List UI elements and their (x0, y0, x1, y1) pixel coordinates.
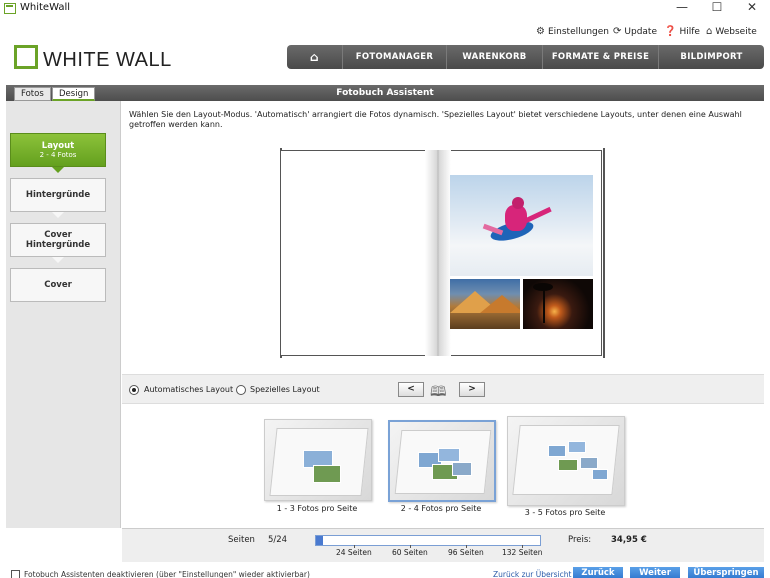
minimize-button[interactable]: — (667, 0, 697, 16)
home-nav-icon[interactable]: ⌂ (287, 45, 343, 69)
book-spread (280, 148, 605, 358)
logo-text: WHITE WALL (43, 49, 172, 71)
logo-mark (14, 45, 38, 69)
next-button[interactable]: Weiter (630, 567, 680, 578)
thumbnail-label: 3 - 5 Fotos pro Seite (524, 508, 606, 517)
deactivate-assistant-label: Fotobuch Assistenten deaktivieren (über … (24, 570, 310, 578)
step-arrow (52, 257, 64, 263)
pages-progress-bar (315, 535, 541, 546)
radio-auto-layout-label[interactable]: Automatisches Layout (144, 385, 233, 394)
tick-label: 132 Seiten (502, 548, 543, 557)
step-layout[interactable]: Layout 2 - 4 Fotos (10, 133, 106, 167)
prev-page-button[interactable]: < (398, 382, 424, 397)
radio-special-layout-label[interactable]: Spezielles Layout (250, 385, 320, 394)
price-label: Preis: (568, 535, 592, 545)
help-link[interactable]: ❓ Hilfe (664, 26, 700, 37)
instructions-text: Wählen Sie den Layout-Modus. 'Automatisc… (129, 110, 742, 129)
tab-fotos[interactable]: Fotos (14, 87, 51, 101)
tick-label: 96 Seiten (448, 548, 484, 557)
pages-label: Seiten (228, 535, 255, 545)
thumbnail-label: 1 - 3 Fotos pro Seite (276, 504, 358, 513)
price-value: 34,95 € (611, 535, 647, 545)
assistant-title: Fotobuch Assistent (336, 88, 434, 98)
gear-icon: ⚙ (536, 26, 545, 37)
photo-mountains[interactable] (450, 279, 520, 329)
nav-fotomanager[interactable]: FOTOMANAGER (343, 45, 447, 69)
thumbnail-layout-3-5[interactable] (507, 416, 625, 506)
nav-bildimport[interactable]: BILDIMPORT (659, 45, 764, 69)
update-link[interactable]: ⟳ Update (613, 26, 657, 37)
back-button[interactable]: Zurück (573, 567, 623, 578)
radio-special-layout[interactable] (236, 385, 246, 395)
pages-progress-fill (316, 536, 323, 545)
nav-warenkorb[interactable]: WARENKORB (447, 45, 543, 69)
photo-snow-sledding[interactable] (450, 175, 593, 276)
update-icon: ⟳ (613, 26, 622, 37)
step-cover[interactable]: Cover (10, 268, 106, 302)
step-arrow (52, 167, 64, 173)
skip-button[interactable]: Überspringen (688, 567, 764, 578)
help-icon: ❓ (664, 26, 677, 37)
app-icon (4, 3, 16, 14)
tick-label: 24 Seiten (336, 548, 372, 557)
book-gutter (425, 150, 451, 356)
radio-auto-layout[interactable] (129, 385, 139, 395)
tick-label: 60 Seiten (392, 548, 428, 557)
maximize-button[interactable]: ☐ (702, 0, 732, 16)
settings-link[interactable]: ⚙ Einstellungen (536, 26, 609, 37)
pages-value: 5/24 (268, 535, 288, 545)
photo-sunset[interactable] (523, 279, 593, 329)
step-cover-hintergruende[interactable]: Cover Hintergründe (10, 223, 106, 257)
window-title: WhiteWall (20, 2, 71, 13)
home-icon: ⌂ (706, 26, 713, 37)
left-page[interactable] (280, 150, 438, 356)
thumbnail-label: 2 - 4 Fotos pro Seite (400, 504, 482, 513)
step-hintergruende[interactable]: Hintergründe (10, 178, 106, 212)
thumbnail-layout-2-4[interactable] (388, 420, 496, 502)
open-book-icon: 🕮 (430, 384, 447, 400)
website-link[interactable]: ⌂ Webseite (706, 26, 757, 37)
next-page-button[interactable]: > (459, 382, 485, 397)
step-arrow (52, 212, 64, 218)
tab-design[interactable]: Design (52, 87, 96, 101)
close-button[interactable]: ✕ (737, 0, 767, 16)
main-nav: ⌂ FOTOMANAGER WARENKORB FORMATE & PREISE… (287, 45, 764, 69)
thumbnail-layout-1-3[interactable] (264, 419, 372, 501)
nav-formate-preise[interactable]: FORMATE & PREISE (543, 45, 659, 69)
deactivate-assistant-checkbox[interactable] (11, 570, 20, 578)
back-to-overview-link[interactable]: Zurück zur Übersicht (493, 570, 572, 578)
window-titlebar (0, 0, 770, 18)
